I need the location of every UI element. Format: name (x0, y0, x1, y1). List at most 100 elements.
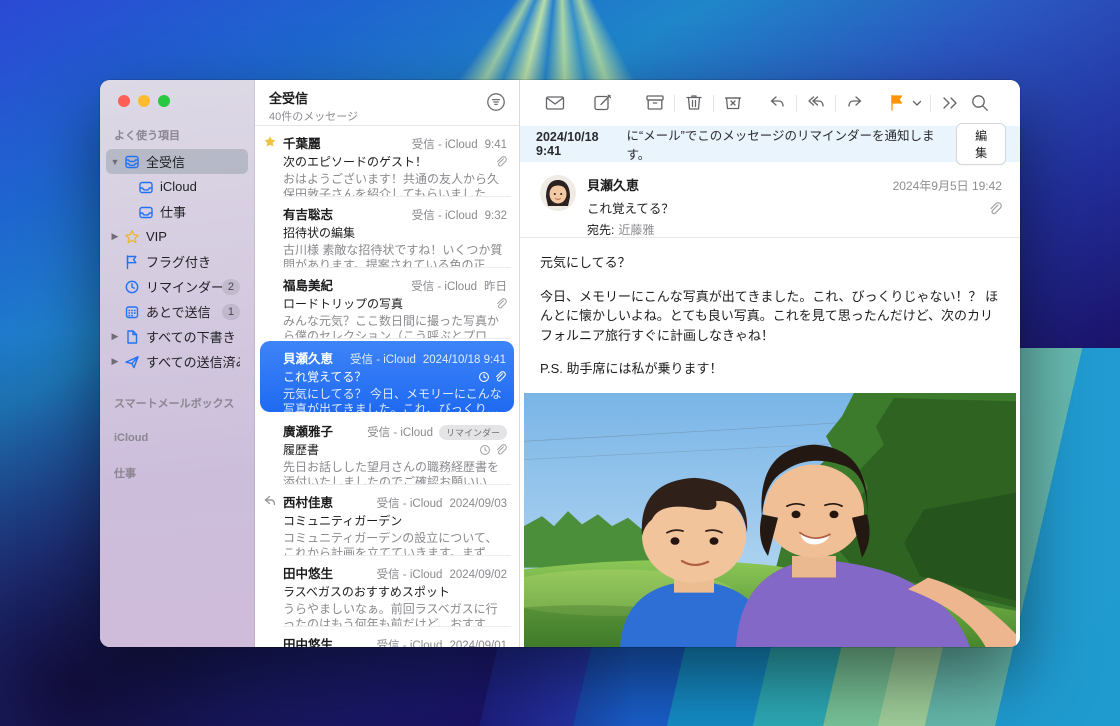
sender-avatar[interactable] (540, 175, 576, 211)
reminders-count-badge: 2 (222, 279, 240, 295)
desktop-wallpaper: よく使う項目 ▼ 全受信 iCloud 仕事 (0, 0, 1120, 726)
sender-name[interactable]: 貝瀬久恵 (587, 175, 893, 194)
reminder-text: に“メール”でこのメッセージのリマインダーを通知します。 (626, 125, 956, 163)
sidebar-item-label: すべての送信済み (146, 352, 240, 371)
paperclip-icon[interactable] (988, 202, 1002, 216)
sidebar-item-label: すべての下書き (146, 327, 240, 346)
message-row[interactable]: 福島美紀 受信 - iCloud 昨日 ロードトリップの写真 みんな元気？ここ数… (255, 268, 519, 339)
body-paragraph: 今日、メモリーにこんな写真が出てきました。これ、びっくりじゃない！？ ほんとに懐… (540, 287, 1000, 346)
inbox-icon (136, 179, 155, 195)
toolbar (520, 80, 1020, 126)
junk-icon (722, 92, 744, 114)
edit-reminder-button[interactable]: 編集 (956, 123, 1006, 165)
sidebar-item-label: 全受信 (146, 152, 240, 171)
flag-button[interactable] (884, 90, 910, 116)
clock-icon (122, 279, 141, 295)
reply-all-button[interactable] (803, 90, 829, 116)
sidebar-item-label: あとで送信 (146, 302, 222, 321)
sidebar-item-flagged[interactable]: フラグ付き (106, 249, 248, 274)
all-inboxes-icon (122, 154, 141, 170)
message-row[interactable]: 田中悠生 受信 - iCloud 2024/09/02 ラスベガスのおすすめスポ… (255, 556, 519, 627)
flag-icon (886, 92, 908, 114)
calendar-icon (122, 304, 141, 320)
paperclip-icon (495, 156, 507, 168)
mail-window: よく使う項目 ▼ 全受信 iCloud 仕事 (100, 80, 1020, 647)
chevron-down-icon (912, 98, 922, 108)
message-date: 2024年9月5日 19:42 (893, 177, 1002, 194)
reminder-banner: 2024/10/18 9:41 に“メール”でこのメッセージのリマインダーを通知… (520, 126, 1020, 162)
more-toolbar-button[interactable] (937, 90, 963, 116)
sidebar-item-label: VIP (146, 229, 240, 244)
reply-icon (766, 92, 788, 114)
paperclip-icon (494, 371, 506, 383)
message-count: 40件のメッセージ (269, 108, 507, 124)
search-icon (969, 92, 991, 114)
sidebar-item-icloud-inbox[interactable]: iCloud (120, 174, 248, 199)
message-row[interactable]: 千葉麗 受信 - iCloud 9:41 次のエピソードのゲスト！ おはようござ… (255, 126, 519, 197)
chevron-right-icon[interactable]: ▶ (108, 331, 122, 342)
sidebar-item-all-inboxes[interactable]: ▼ 全受信 (106, 149, 248, 174)
mailbox-title: 全受信 (269, 88, 507, 107)
body-paragraph: P.S. 助手席には私が乗ります！ (540, 359, 1000, 379)
minimize-button[interactable] (138, 95, 150, 107)
sidebar-item-send-later[interactable]: あとで送信 1 (106, 299, 248, 324)
trash-button[interactable] (681, 90, 707, 116)
message-row[interactable]: 有吉聡志 受信 - iCloud 9:32 招待状の編集 古川様 素敵な招待状で… (255, 197, 519, 268)
forward-button[interactable] (842, 90, 868, 116)
photo-attachment[interactable] (524, 393, 1016, 648)
message-row[interactable]: 西村佳恵 受信 - iCloud 2024/09/03 コミュニティガーデン コ… (255, 485, 519, 556)
body-paragraph: 元気にしてる？ (540, 253, 1000, 273)
zoom-button[interactable] (158, 95, 170, 107)
filter-button[interactable] (485, 91, 507, 113)
mailbox-button[interactable] (542, 90, 568, 116)
message-subject: これ覚えてる？ (587, 198, 893, 217)
star-icon (263, 135, 277, 149)
filter-icon (486, 92, 506, 112)
sidebar: よく使う項目 ▼ 全受信 iCloud 仕事 (100, 80, 255, 647)
reply-button[interactable] (764, 90, 790, 116)
sidebar-item-label: リマインダー (146, 277, 222, 296)
flag-menu-button[interactable] (910, 90, 924, 116)
message-row[interactable]: 田中悠生 受信 - iCloud 2024/09/01 (255, 627, 519, 647)
sidebar-item-reminders[interactable]: リマインダー 2 (106, 274, 248, 299)
clock-icon (478, 371, 490, 383)
window-controls (100, 80, 254, 107)
trash-icon (683, 92, 705, 114)
sidebar-section-favorites: よく使う項目 (114, 127, 240, 143)
compose-button[interactable] (590, 90, 616, 116)
message-row[interactable]: 廣瀬雅子 受信 - iCloud リマインダー 履歴書 先日お話しした望月さんの… (255, 414, 519, 485)
junk-button[interactable] (720, 90, 746, 116)
sidebar-item-work-inbox[interactable]: 仕事 (120, 199, 248, 224)
sidebar-item-label: フラグ付き (146, 252, 240, 271)
chevron-right-icon[interactable]: ▶ (108, 231, 122, 242)
message-row-selected[interactable]: 貝瀬久恵 受信 - iCloud 2024/10/18 9:41 これ覚えてる？… (260, 341, 514, 412)
search-button[interactable] (967, 90, 993, 116)
message-header: 貝瀬久恵 これ覚えてる？ 宛先:近藤雅 2024年9月5日 19:42 (520, 162, 1020, 238)
recipient-line: 宛先:近藤雅 (587, 221, 893, 238)
recipient-name[interactable]: 近藤雅 (618, 223, 654, 237)
message-body: 元気にしてる？ 今日、メモリーにこんな写真が出てきました。これ、びっくりじゃない… (520, 238, 1020, 393)
send-later-count-badge: 1 (222, 304, 240, 320)
sidebar-section-icloud[interactable]: iCloud (114, 432, 240, 444)
sidebar-item-vip[interactable]: ▶ VIP (106, 224, 248, 249)
compose-icon (592, 92, 614, 114)
paper-plane-icon (122, 354, 141, 370)
sidebar-item-label: iCloud (160, 179, 240, 194)
archive-icon (644, 92, 666, 114)
chevron-right-icon[interactable]: ▶ (108, 356, 122, 367)
sidebar-section-work[interactable]: 仕事 (114, 465, 240, 481)
inbox-icon (136, 204, 155, 220)
archive-button[interactable] (642, 90, 668, 116)
chevron-down-icon[interactable]: ▼ (108, 157, 122, 167)
reminder-badge: リマインダー (439, 425, 507, 440)
message-list: 千葉麗 受信 - iCloud 9:41 次のエピソードのゲスト！ おはようござ… (255, 126, 519, 647)
paperclip-icon (495, 298, 507, 310)
document-icon (122, 329, 141, 345)
sidebar-item-all-drafts[interactable]: ▶ すべての下書き (106, 324, 248, 349)
sidebar-section-smart-mailboxes[interactable]: スマートメールボックス (114, 395, 240, 411)
forward-icon (844, 92, 866, 114)
sidebar-item-all-sent[interactable]: ▶ すべての送信済み (106, 349, 248, 374)
message-list-header: 全受信 40件のメッセージ (255, 80, 519, 126)
close-button[interactable] (118, 95, 130, 107)
reminder-datetime: 2024/10/18 9:41 (536, 130, 626, 158)
